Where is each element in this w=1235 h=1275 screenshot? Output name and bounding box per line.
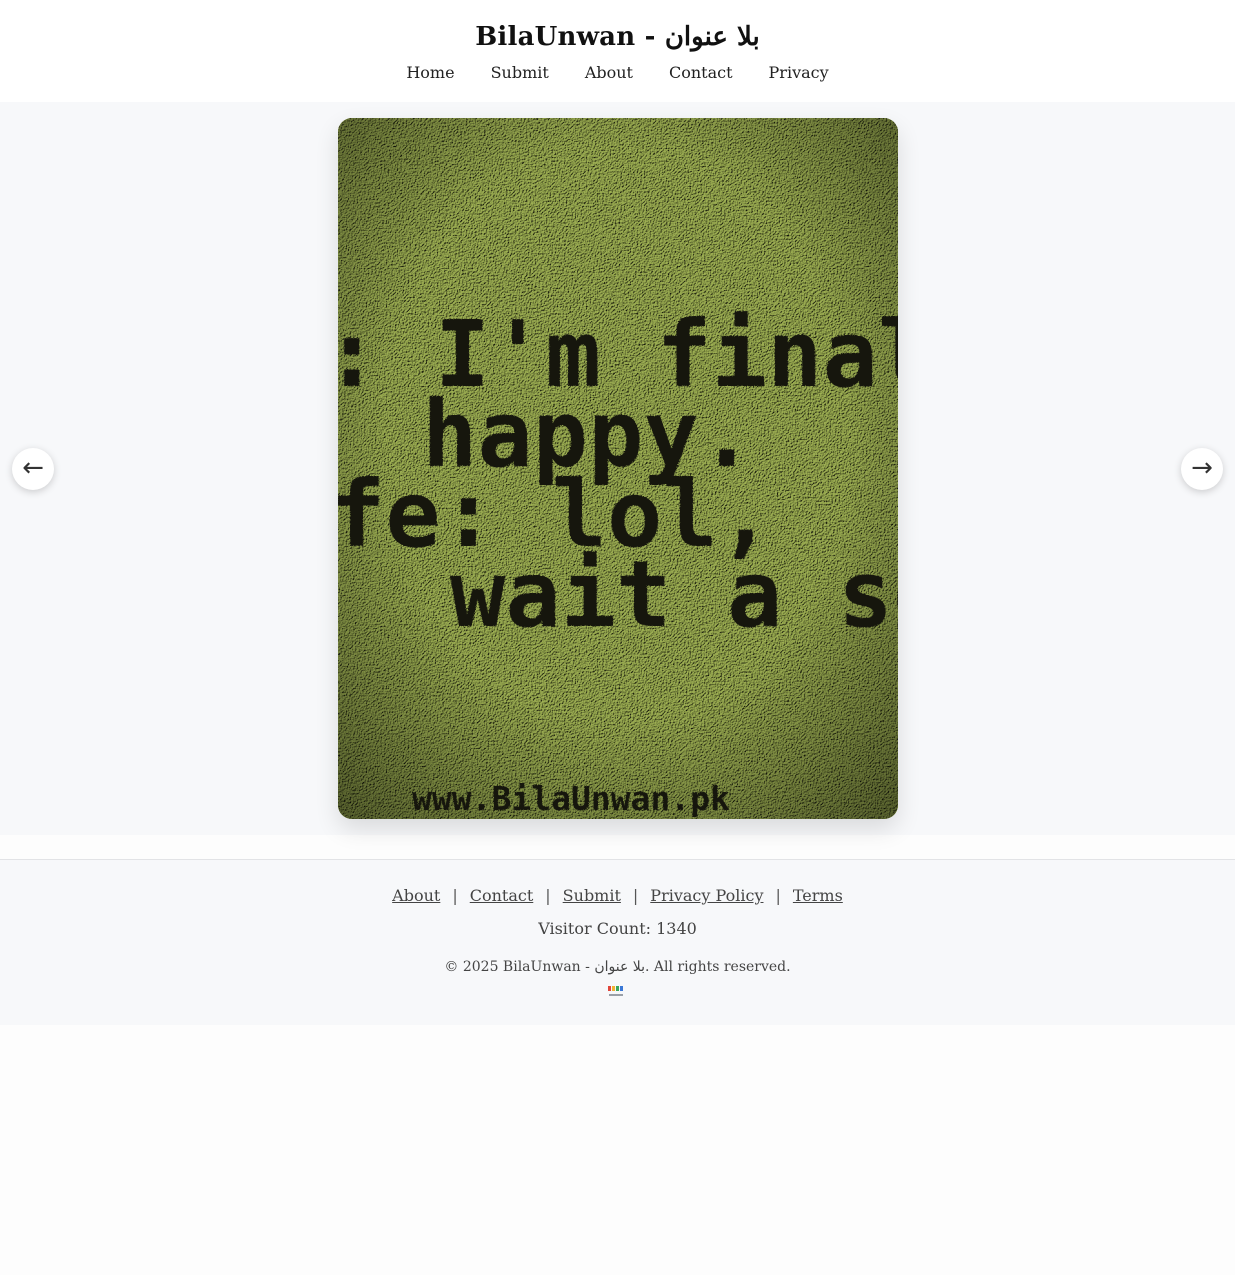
footer-separator: | [775, 886, 781, 905]
site-badge-icon [607, 984, 625, 998]
site-title: BilaUnwan - بلا عنوان [475, 22, 760, 52]
image-gallery: ← I'm fina happy. fe: lol, wait a s www.… [0, 102, 1235, 835]
footer-submit-link[interactable]: Submit [563, 886, 621, 905]
quote-image: : I'm finall happy. fe: lol, wait a se w… [338, 118, 898, 819]
image-text-line-4: wait a se [450, 541, 898, 648]
arrow-left-icon: ← [22, 452, 44, 483]
footer-about-link[interactable]: About [392, 886, 440, 905]
footer-privacy-policy-link[interactable]: Privacy Policy [650, 886, 763, 905]
footer-terms-link[interactable]: Terms [793, 886, 843, 905]
previous-button[interactable]: ← [12, 448, 54, 490]
nav-contact-link[interactable]: Contact [669, 63, 733, 82]
footer-separator: | [632, 886, 639, 905]
site-footer: About | Contact | Submit | Privacy Polic… [0, 859, 1235, 1025]
footer-separator: | [545, 886, 551, 905]
arrow-right-icon: → [1191, 452, 1213, 483]
footer-links: About | Contact | Submit | Privacy Polic… [0, 886, 1235, 905]
nav-home-link[interactable]: Home [406, 63, 454, 82]
nav-about-link[interactable]: About [585, 63, 633, 82]
main-nav: Home Submit About Contact Privacy [0, 63, 1235, 82]
nav-privacy-link[interactable]: Privacy [769, 63, 829, 82]
image-watermark: www.BilaUnwan.pk [412, 779, 730, 818]
next-button[interactable]: → [1181, 448, 1223, 490]
copyright-text: © 2025 BilaUnwan - بلا عنوان. All rights… [444, 959, 791, 975]
visitor-count: Visitor Count: 1340 [538, 919, 697, 938]
footer-contact-link[interactable]: Contact [470, 886, 534, 905]
nav-submit-link[interactable]: Submit [491, 63, 549, 82]
site-header: BilaUnwan - بلا عنوان Home Submit About … [0, 0, 1235, 102]
footer-separator: | [452, 886, 458, 905]
